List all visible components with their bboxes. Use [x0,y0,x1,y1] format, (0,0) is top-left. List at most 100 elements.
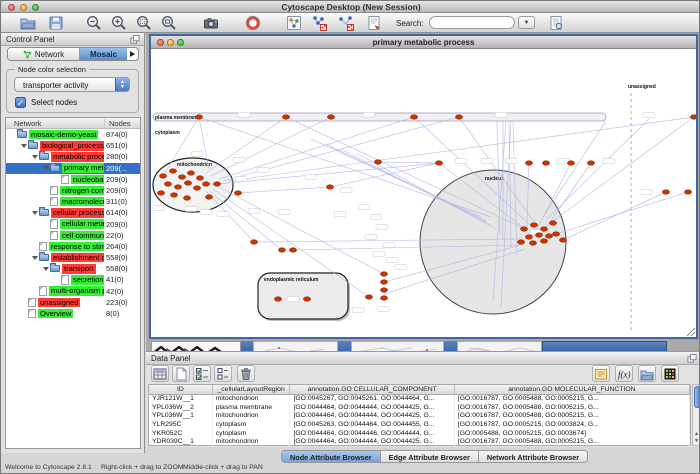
network-node[interactable] [540,227,547,232]
expand-collapse-arrow[interactable] [30,211,39,215]
network-tree-row[interactable]: transport558(0) [6,263,140,274]
table-column-header[interactable]: _cellularLayoutRegion [213,385,291,394]
tab-edge-attribute-browser[interactable]: Edge Attribute Browser [381,451,479,462]
network-node[interactable] [410,115,417,120]
network-node[interactable] [587,161,594,166]
network-node[interactable] [193,186,200,191]
network-node[interactable] [542,161,549,166]
network-tree-row[interactable]: secretion41(0) [6,274,140,285]
network-tree-row[interactable]: mosaic-demo-yeast874(0) [6,129,140,140]
table-row[interactable]: YDR039C__1mitochondrion[GO:0044464, GO:0… [149,438,690,447]
snapshot-icon[interactable] [201,14,220,32]
network-tree-row[interactable]: nucleobase-209(0) [6,174,140,185]
expand-collapse-arrow[interactable] [41,166,50,170]
tab-network-attribute-browser[interactable]: Network Attribute Browser [479,451,587,462]
network-node[interactable] [326,185,333,190]
network-node[interactable] [684,190,691,195]
network-overview-icon[interactable] [284,14,303,32]
scroll-down-icon[interactable]: ▼ [693,438,700,444]
zoom-selected-icon[interactable] [134,14,153,32]
network-tree-row[interactable]: multi-organism pro42(0) [6,286,140,297]
expand-collapse-arrow[interactable] [30,155,39,159]
attribute-grid-icon[interactable] [151,365,169,382]
network-node[interactable] [525,161,532,166]
network-node[interactable] [380,272,387,277]
save-session-icon[interactable] [46,14,65,32]
delete-attribute-icon[interactable] [237,365,255,382]
float-panel-icon[interactable] [130,35,140,44]
table-column-header[interactable]: annotation.GO CELLULAR_COMPONENT [290,385,454,394]
network-node[interactable] [274,297,281,302]
zoom-fit-icon[interactable] [159,14,178,32]
network-node[interactable] [164,182,171,187]
attribute-list-icon[interactable] [592,365,610,382]
network-node[interactable] [552,232,559,237]
table-row[interactable]: YJR121W__1mitochondrion[GO:0045267, GO:0… [149,395,690,404]
network-node[interactable] [567,161,574,166]
table-row[interactable]: YPL036W__2plasma membrane[GO:0044464, GO… [149,403,690,412]
network-node[interactable] [530,223,537,228]
tab-node-attribute-browser[interactable]: Node Attribute Browser [282,451,381,462]
network-node[interactable] [170,193,177,198]
network-node[interactable] [205,195,212,200]
select-nodes-checkbox[interactable]: ✓ [15,97,26,108]
table-row[interactable]: YKR052Ccytoplasm[GO:0044464, GO:0044446,… [149,429,690,438]
table-column-header[interactable]: annotation.GO MOLECULAR_FUNCTION [455,385,690,394]
network-tree-row[interactable]: metabolic process280(0) [6,151,140,162]
network-node[interactable] [559,238,566,243]
network-tree-row[interactable]: biological_process651(0) [6,140,140,151]
network-node[interactable] [174,185,181,190]
network-node[interactable] [380,296,387,301]
network-node[interactable] [282,115,289,120]
expand-collapse-arrow[interactable] [30,256,39,260]
network-tree-row[interactable]: cellular metabo209(0) [6,219,140,230]
new-attribute-icon[interactable] [172,365,190,382]
scrollbar-thumb[interactable] [694,386,700,408]
search-dropdown-button[interactable]: ▼ [518,16,535,29]
network-node[interactable] [549,221,556,226]
network-node[interactable] [327,115,334,120]
annotation-icon[interactable] [364,14,383,32]
network-node[interactable] [157,191,164,196]
network-node[interactable] [380,280,387,285]
network-node[interactable] [195,115,202,120]
network-node[interactable] [662,190,669,195]
layout-directed-icon[interactable] [336,14,355,32]
network-node[interactable] [380,288,387,293]
network-node[interactable] [159,174,166,179]
network-node[interactable] [540,239,547,244]
network-node[interactable] [196,176,203,181]
network-node[interactable] [517,240,524,245]
network-node[interactable] [250,240,257,245]
tab-network[interactable]: Network [8,48,80,60]
attribute-matrix-icon[interactable] [661,365,679,382]
expand-collapse-arrow[interactable] [41,267,50,271]
network-node[interactable] [525,235,532,240]
layout-undirected-icon[interactable] [309,14,328,32]
network-node[interactable] [183,196,190,201]
table-column-header[interactable]: ID [149,385,213,394]
search-input[interactable] [429,16,515,29]
node-color-dropdown[interactable]: transporter activity ▲▼ [14,77,130,92]
network-node[interactable] [365,295,372,300]
tab-mosaic[interactable]: Mosaic [80,48,127,60]
network-node[interactable] [213,182,220,187]
network-node[interactable] [187,171,194,176]
network-node[interactable] [374,160,381,165]
table-row[interactable]: YPL036W__1mitochondrion[GO:0044464, GO:0… [149,412,690,421]
help-icon[interactable] [243,14,262,32]
scroll-up-icon[interactable]: ▲ [693,431,700,437]
network-node[interactable] [234,191,241,196]
table-row[interactable]: YLR295Ccytoplasm[GO:0045263, GO:0044464,… [149,421,690,430]
network-window-titlebar[interactable]: primary metabolic process [151,36,696,49]
app-titlebar[interactable]: Cytoscape Desktop (New Session) [1,1,700,13]
zoom-in-icon[interactable] [109,14,128,32]
network-tree-row[interactable]: cell communicat22(0) [6,230,140,241]
network-node[interactable] [529,241,536,246]
network-node[interactable] [278,248,285,253]
network-node[interactable] [535,233,542,238]
network-node[interactable] [289,248,296,253]
network-tree-row[interactable]: macromolecule311(0) [6,196,140,207]
network-node[interactable] [169,169,176,174]
resize-grip-icon[interactable] [685,326,696,337]
